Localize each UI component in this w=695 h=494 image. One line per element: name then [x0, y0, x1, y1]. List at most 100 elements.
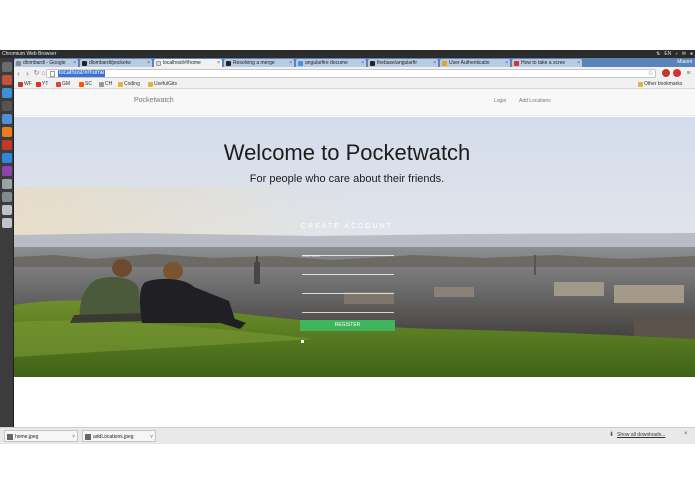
chevron-down-icon[interactable]: ˅ [72, 431, 75, 443]
software-center-icon[interactable] [2, 127, 12, 137]
menu-icon[interactable]: ≡ [684, 69, 693, 78]
tab-active[interactable]: localhost/#/home × [154, 59, 222, 67]
blank-margin-top [0, 0, 695, 50]
tab-label: Resolving a merge [233, 60, 275, 66]
sound-icon[interactable]: ♪ [675, 50, 678, 58]
music-icon[interactable] [2, 166, 12, 176]
drive-icon-2[interactable] [2, 218, 12, 228]
close-tab-icon[interactable]: × [73, 59, 76, 67]
bookmark-item[interactable]: GM [56, 80, 70, 89]
close-tab-icon[interactable]: × [433, 59, 436, 67]
password-input[interactable] [302, 288, 394, 299]
close-tab-icon[interactable]: × [505, 59, 508, 67]
url-text[interactable]: localhost/#/home [58, 70, 106, 77]
mail-icon[interactable]: ✉ [682, 50, 686, 58]
extension-icon-adblock[interactable] [673, 69, 681, 77]
extension-icon-red[interactable] [662, 69, 670, 77]
close-tab-icon[interactable]: × [577, 59, 580, 67]
tab[interactable]: Resolving a merge × [224, 59, 294, 67]
bookmarks-bar: WF YT GM SC CH Coding UsefulGits Other b… [14, 80, 695, 89]
tab-label: How to take a scree [521, 60, 566, 66]
ch-favicon-icon [99, 82, 104, 87]
add-locations-link[interactable]: Add Locations [519, 98, 551, 104]
os-titlebar: Chromium Web Browser [0, 50, 695, 58]
keyboard-layout[interactable]: EN [664, 50, 671, 58]
github-favicon-icon [226, 60, 231, 66]
brand-link[interactable]: Pocketwatch [134, 97, 174, 104]
other-bookmarks[interactable]: Other bookmarks [638, 80, 682, 89]
close-tab-icon[interactable]: × [289, 59, 292, 67]
tools-icon[interactable] [2, 192, 12, 202]
show-all-downloads-link[interactable]: Show all downloads... [617, 432, 665, 438]
tab[interactable]: firebase/angularfir × [368, 59, 438, 67]
close-icon[interactable]: × [684, 431, 688, 437]
email-input[interactable] [302, 269, 394, 280]
youtube-favicon-icon [514, 60, 519, 66]
docs-favicon-icon [298, 60, 303, 66]
system-icon[interactable] [2, 179, 12, 189]
cursor-marker [301, 340, 304, 343]
youtube-favicon-icon [36, 82, 41, 87]
tab[interactable]: angularfire docume × [296, 59, 366, 67]
password-field[interactable] [302, 282, 394, 299]
username-input[interactable] [302, 250, 394, 261]
bookmark-item[interactable]: WF [18, 80, 32, 89]
tab[interactable]: User Authenticatio × [440, 59, 510, 67]
google-favicon-icon [16, 60, 21, 66]
soundcloud-favicon-icon [79, 82, 84, 87]
login-link[interactable]: Login [494, 98, 506, 104]
close-tab-icon[interactable]: × [217, 59, 220, 67]
window-title: Chromium Web Browser [2, 51, 57, 57]
tab-label: localhost/#/home [163, 60, 201, 66]
hero-title: Welcome to Pocketwatch [223, 140, 471, 165]
dash-icon[interactable] [2, 62, 12, 72]
drive-icon[interactable] [2, 205, 12, 215]
browser-toolbar: ‹ › ↻ ⌂ localhost/#/home ☆ ≡ [14, 67, 695, 80]
download-icon: ⬇ [609, 432, 615, 438]
power-icon[interactable]: ● [690, 50, 693, 58]
email-field[interactable] [302, 263, 394, 280]
chat-icon[interactable] [2, 153, 12, 163]
confirm-password-field[interactable] [302, 301, 394, 318]
bookmark-item[interactable]: CH [99, 80, 112, 89]
tab-label: angularfire docume [305, 60, 348, 66]
tab[interactable]: dlombardi - Google × [14, 59, 78, 67]
browser-icon[interactable] [2, 114, 12, 124]
tab-strip: dlombardi - Google × dlombardi/pocketw × l… [14, 58, 695, 67]
image-file-icon [7, 434, 13, 440]
tab-label: dlombardi/pocketw [89, 60, 131, 66]
forward-icon[interactable]: › [23, 69, 32, 78]
back-icon[interactable]: ‹ [14, 69, 23, 78]
tab[interactable]: How to take a scree × [512, 59, 582, 67]
screen: Chromium Web Browser ⇅ EN ♪ ✉ ● dlombard… [0, 0, 695, 494]
chevron-down-icon[interactable]: ˅ [150, 431, 153, 443]
close-tab-icon[interactable]: × [361, 59, 364, 67]
bookmark-folder[interactable]: UsefulGits [148, 80, 177, 89]
tab-label: firebase/angularfir [377, 60, 418, 66]
files-icon[interactable] [2, 75, 12, 85]
tab[interactable]: dlombardi/pocketw × [80, 59, 152, 67]
bookmark-folder[interactable]: Coding [118, 80, 140, 89]
register-button[interactable]: REGISTER [300, 320, 395, 331]
launcher [0, 58, 14, 428]
network-icon[interactable]: ⇅ [656, 50, 660, 58]
chromium-icon[interactable] [2, 88, 12, 98]
close-tab-icon[interactable]: × [147, 59, 150, 67]
bookmark-item[interactable]: SC [79, 80, 92, 89]
folder-icon [118, 82, 123, 87]
image-file-icon [85, 434, 91, 440]
firebase-favicon-icon [442, 60, 447, 66]
github-favicon-icon [82, 60, 87, 66]
window-profile-label[interactable]: Miaoni [677, 58, 692, 66]
download-item[interactable]: home.jpeg ˅ [4, 430, 78, 442]
download-filename: addLocations.jpeg [93, 434, 134, 440]
terminal-icon[interactable] [2, 101, 12, 111]
folder-icon [638, 82, 643, 87]
bookmark-item[interactable]: YT [36, 80, 48, 89]
address-bar[interactable]: localhost/#/home [46, 69, 656, 78]
username-field[interactable] [302, 244, 394, 261]
bookmark-star-icon[interactable]: ☆ [646, 69, 655, 78]
settings-icon[interactable] [2, 140, 12, 150]
confirm-password-input[interactable] [302, 307, 394, 318]
download-item[interactable]: addLocations.jpeg ˅ [82, 430, 156, 442]
